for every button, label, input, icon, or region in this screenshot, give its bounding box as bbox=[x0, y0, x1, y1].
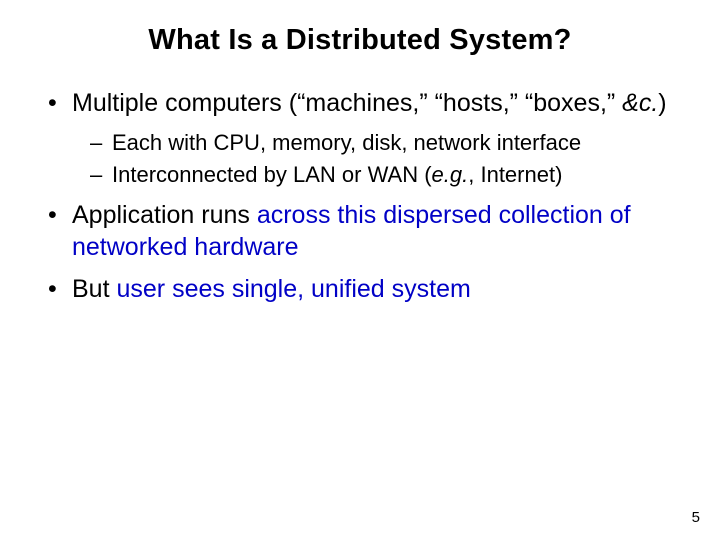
sub-bullet-1-2-pre: Interconnected by LAN or WAN ( bbox=[112, 162, 432, 187]
bullet-1-italic: &c. bbox=[622, 89, 658, 117]
page-number: 5 bbox=[692, 509, 700, 526]
bullet-1-text-pre: Multiple computers (“machines,” “hosts,”… bbox=[72, 89, 622, 117]
bullet-3-emph: user sees single, unified system bbox=[116, 275, 470, 303]
bullet-2: Application runs across this dispersed c… bbox=[44, 199, 680, 263]
bullet-1: Multiple computers (“machines,” “hosts,”… bbox=[44, 87, 680, 189]
sub-bullet-1-2-italic: e.g. bbox=[432, 162, 469, 187]
sub-bullet-1-1: Each with CPU, memory, disk, network int… bbox=[90, 129, 680, 157]
sub-bullet-1-2: Interconnected by LAN or WAN (e.g., Inte… bbox=[90, 161, 680, 189]
bullet-3-plain: But bbox=[72, 275, 116, 303]
sub-bullet-1-1-text: Each with CPU, memory, disk, network int… bbox=[112, 130, 581, 155]
slide: What Is a Distributed System? Multiple c… bbox=[0, 0, 720, 540]
slide-title: What Is a Distributed System? bbox=[40, 24, 680, 57]
sub-bullet-1-2-post: , Internet) bbox=[468, 162, 562, 187]
bullet-2-plain: Application runs bbox=[72, 201, 257, 229]
bullet-list: Multiple computers (“machines,” “hosts,”… bbox=[44, 87, 680, 305]
bullet-1-text-post: ) bbox=[658, 89, 666, 117]
bullet-3: But user sees single, unified system bbox=[44, 273, 680, 305]
sub-bullet-list-1: Each with CPU, memory, disk, network int… bbox=[90, 129, 680, 189]
